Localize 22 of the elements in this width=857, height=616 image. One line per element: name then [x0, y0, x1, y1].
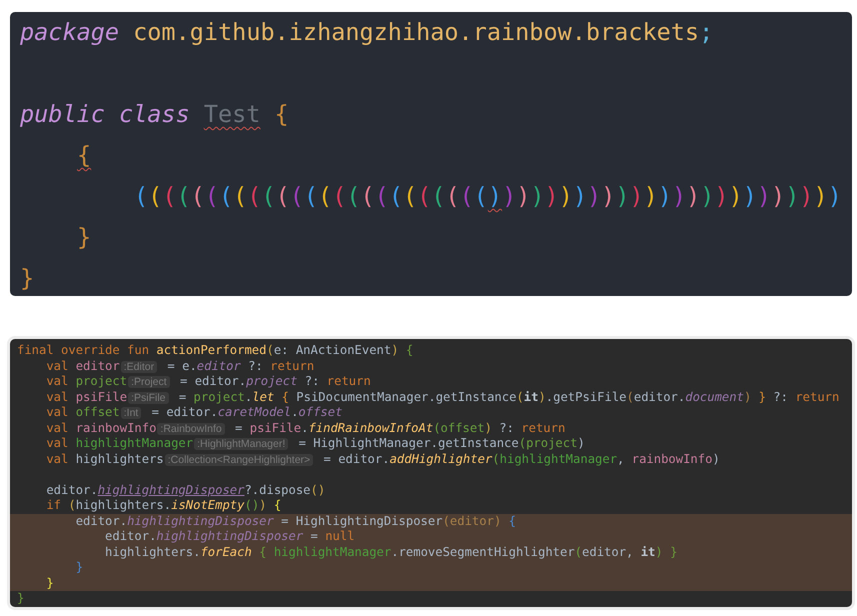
code-line: package com.github.izhangzhihao.rainbow.brackets;: [20, 17, 714, 48]
code-line: public class Test {: [20, 99, 290, 130]
code-line: {: [76, 140, 92, 171]
code-line: editor.highlightingDisposer = HighlightingDisposer(editor) {: [74, 514, 516, 529]
code-line: val editor :Editor = e.editor ?: return: [45, 358, 314, 374]
code-line: ((((((((((((((((((((((((())))))))))))))))))))))))): [133, 181, 843, 212]
code-line: val highlightManager :HighlightManager! = HighlightManager.getInstance(project): [45, 436, 585, 452]
code-line: val highlighters :Collection<RangeHighlighter> = editor.addHighlighter(highlightManager, rainbowInfo): [45, 452, 720, 468]
code-line: }: [74, 560, 84, 576]
code-line: }: [45, 576, 54, 591]
code-line: val psiFile :PsiFile = project.let { PsiDocumentManager.getInstance(it).getPsiFile(editor.document) } ?: return: [45, 390, 840, 406]
code-line: highlighters.forEach { highlightManager.removeSegmentHighlighter(editor, it) }: [104, 544, 678, 560]
code-line: }: [17, 591, 24, 606]
code-line: final override fun actionPerformed(e: AnActionEvent) {: [17, 343, 414, 358]
code-line: }: [76, 222, 92, 253]
code-line: editor.highlightingDisposer = null: [104, 529, 355, 544]
code-line: val rainbowInfo :RainbowInfo = psiFile.findRainbowInfoAt(offset) ?: return: [45, 420, 566, 436]
code-line: val offset :Int = editor.caretModel.offset: [45, 405, 342, 421]
code-line: editor.highlightingDisposer?.dispose(): [45, 482, 326, 498]
code-line: if (highlighters.isNotEmpty()) {: [45, 498, 282, 514]
code-line: val project :Project = editor.project ?: return: [45, 374, 371, 390]
code-line: }: [20, 263, 36, 294]
